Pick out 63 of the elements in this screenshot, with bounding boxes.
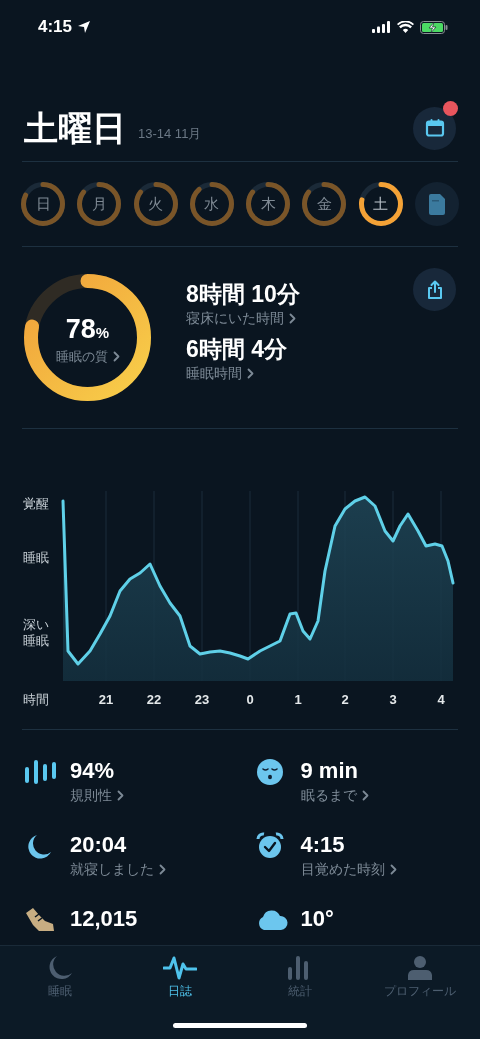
moon-icon xyxy=(47,955,73,981)
location-arrow-icon xyxy=(77,20,92,34)
hour-label: 21 xyxy=(97,691,115,709)
share-button[interactable] xyxy=(413,268,456,311)
wifi-icon xyxy=(397,21,414,33)
battery-charging-icon xyxy=(420,20,448,34)
hour-label: 23 xyxy=(193,691,211,709)
share-icon xyxy=(426,279,443,300)
bars-icon xyxy=(25,759,57,785)
chevron-icon xyxy=(389,863,397,875)
chevron-icon xyxy=(247,367,254,379)
sleep-stage-label: 覚醒 xyxy=(23,496,50,512)
hour-label: 3 xyxy=(388,691,398,709)
shoe-icon xyxy=(25,907,55,933)
sleep-stage-label: 深い睡眠 xyxy=(23,617,50,649)
day-button[interactable]: 火 xyxy=(133,182,178,226)
sleep-stage-label: 睡眠 xyxy=(23,550,50,566)
metric-value: 4:15 xyxy=(300,832,346,858)
day-button[interactable]: 土 xyxy=(358,182,403,226)
duration-link[interactable]: 寝床にいた時間 xyxy=(186,308,413,328)
hour-label: 1 xyxy=(293,691,303,709)
hour-label: 0 xyxy=(245,691,255,709)
day-button[interactable]: 木 xyxy=(246,182,291,226)
tab[interactable]: 日誌 xyxy=(120,946,240,1006)
duration-link[interactable]: 睡眠時間 xyxy=(186,363,413,383)
report-button[interactable] xyxy=(414,182,459,226)
alarm-clock-icon xyxy=(255,832,284,860)
metric-value: 9 min xyxy=(300,758,359,784)
day-button[interactable]: 水 xyxy=(189,182,234,226)
metric-value: 12,015 xyxy=(70,906,138,932)
chevron-icon xyxy=(361,789,369,801)
chevron-icon xyxy=(112,350,120,362)
hour-label: 4 xyxy=(436,691,446,709)
hour-label: 22 xyxy=(145,691,163,709)
day-button[interactable]: 日 xyxy=(21,182,65,226)
signal-icon xyxy=(372,21,391,33)
quality-link[interactable]: 睡眠の質 xyxy=(55,346,120,366)
metric-value: 10° xyxy=(300,906,334,932)
chevron-icon xyxy=(289,312,296,324)
calendar-icon xyxy=(424,118,445,138)
hour-label: 2 xyxy=(340,691,350,709)
day-button[interactable]: 金 xyxy=(302,182,347,226)
document-icon xyxy=(428,193,445,215)
metric-link[interactable]: 目覚めた時刻 xyxy=(300,859,397,879)
day-title: 土曜日 xyxy=(24,111,126,145)
metric-value: 20:04 xyxy=(70,832,128,858)
chevron-icon xyxy=(117,789,124,801)
metric-link[interactable]: 規則性 xyxy=(70,785,124,805)
axis-title: 時間 xyxy=(23,691,49,709)
day-button[interactable]: 月 xyxy=(77,182,122,226)
person-icon xyxy=(407,955,433,981)
chevron-icon xyxy=(159,863,166,875)
metric-value: 94% xyxy=(70,758,116,784)
wave-icon xyxy=(163,955,197,981)
quality-percent: 78% xyxy=(65,313,110,346)
calendar-button[interactable] xyxy=(413,106,456,150)
status-time: 4:15 xyxy=(38,16,73,39)
date-range: 13-14 11月 xyxy=(138,124,202,143)
duration-value: 8時間 10分 xyxy=(186,280,301,308)
metric-link[interactable]: 眠るまで xyxy=(300,785,369,805)
sleepy-face-icon xyxy=(255,758,284,786)
metric-link[interactable]: 就寝しました xyxy=(70,859,166,879)
duration-value: 6時間 4分 xyxy=(186,335,288,363)
